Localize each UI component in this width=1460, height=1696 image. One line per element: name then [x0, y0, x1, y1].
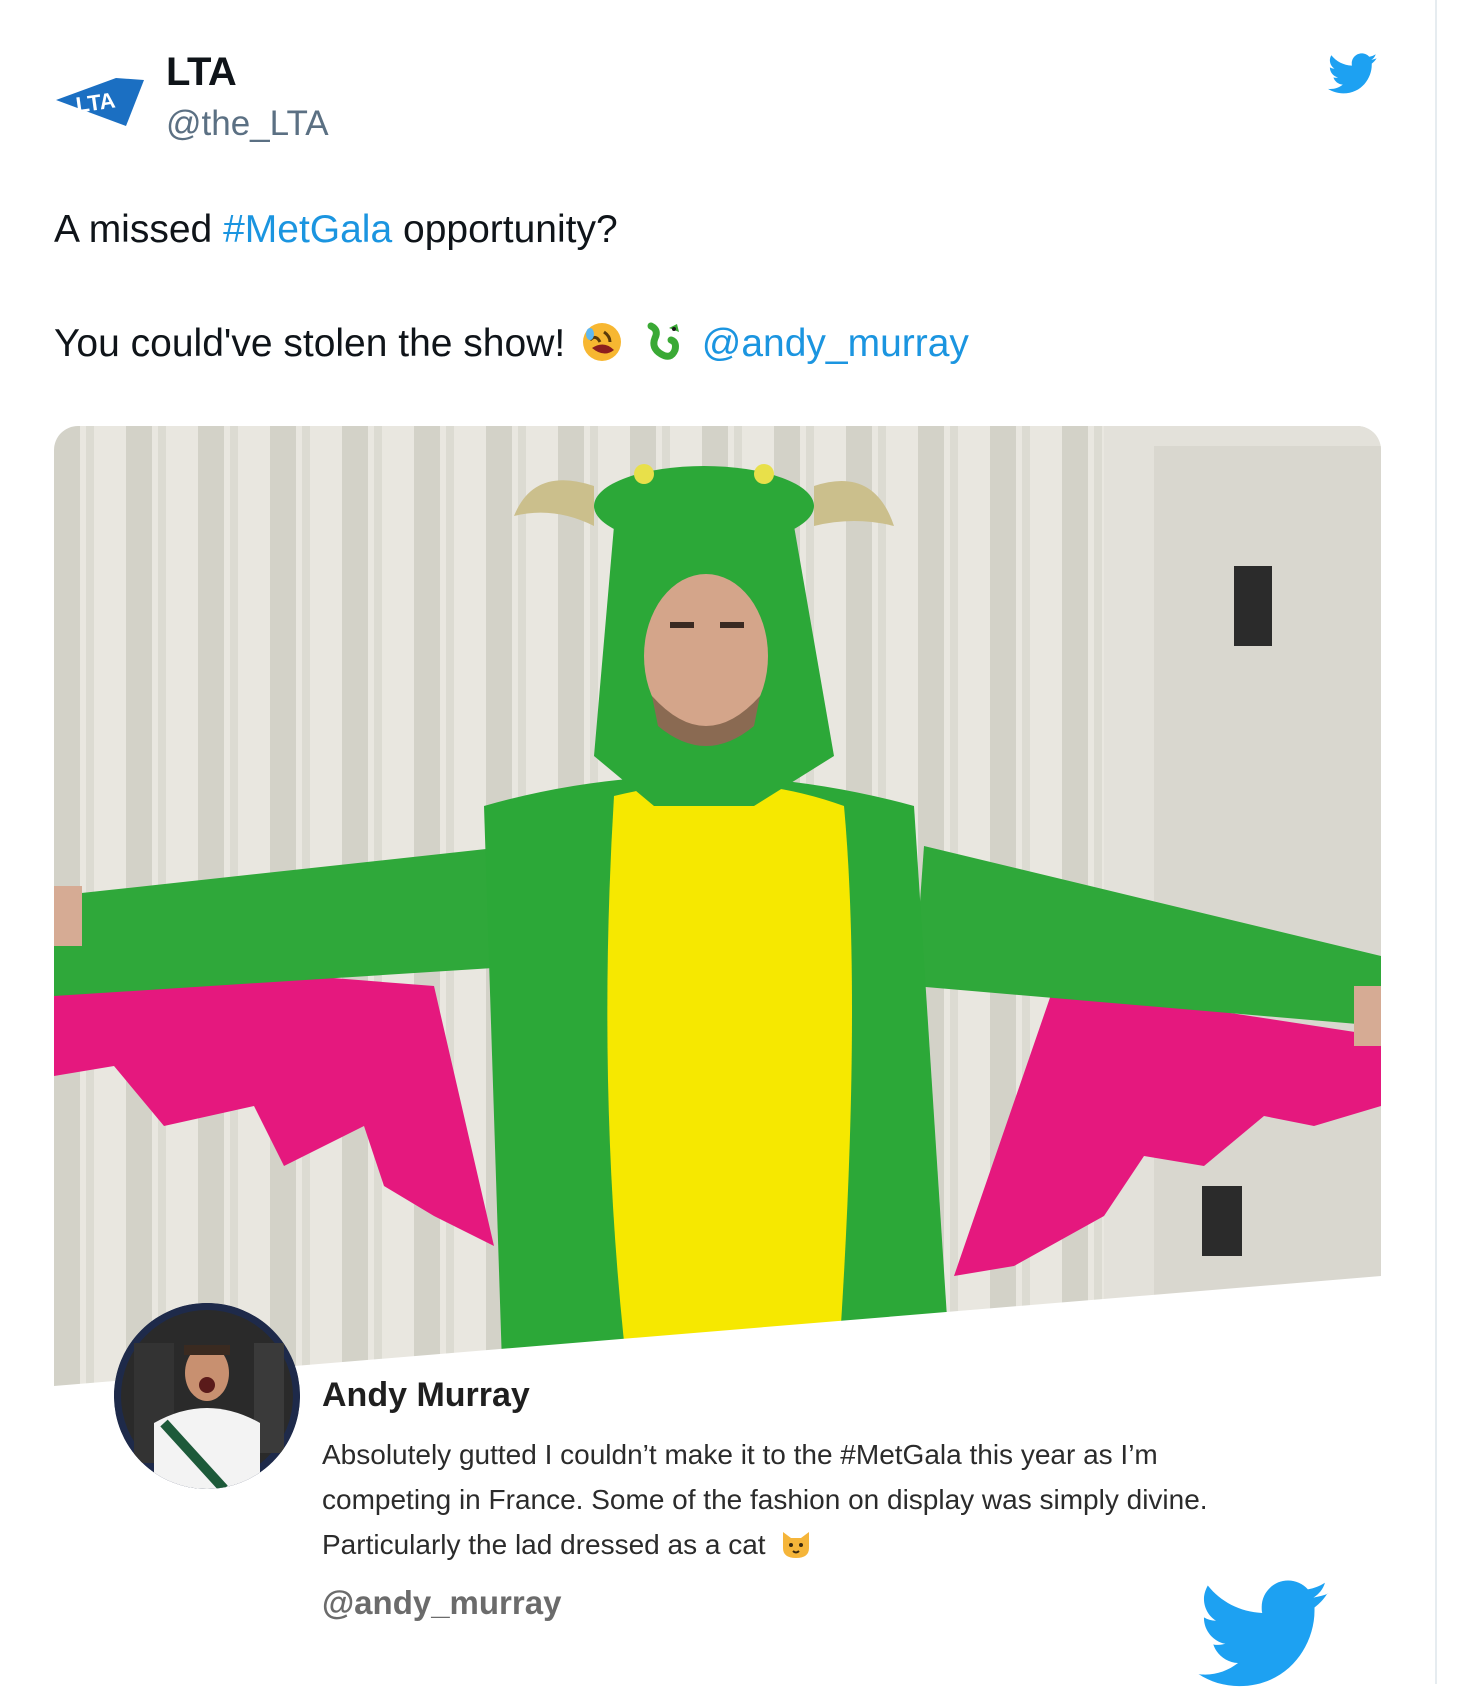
tweet-text-before: A missed — [54, 208, 224, 251]
quoted-post-text: Absolutely gutted I couldn’t make it to … — [322, 1439, 1208, 1560]
tweet-text-line-1: A missed #MetGala opportunity? — [54, 208, 618, 252]
metgala-hashtag-link[interactable]: #MetGala — [223, 208, 392, 251]
quoted-author-handle[interactable]: @andy_murray — [322, 1584, 561, 1622]
dragon-emoji — [647, 322, 679, 360]
quoted-author-name: Andy Murray — [322, 1376, 530, 1414]
dragon-costume-photo — [54, 426, 1381, 1426]
author-handle[interactable]: @the_LTA — [166, 104, 329, 144]
andy-murray-avatar[interactable] — [114, 1303, 300, 1489]
cat-face-emoji — [783, 1532, 810, 1558]
andy-murray-mention-link[interactable]: @andy_murray — [702, 322, 969, 365]
twitter-bird-icon[interactable] — [1328, 52, 1378, 96]
author-display-name[interactable]: LTA — [166, 50, 237, 95]
tweet-text-line-2-text: You could've stolen the show! — [54, 322, 566, 365]
rolling-on-floor-laughing-emoji — [583, 323, 622, 361]
twitter-bird-icon — [1198, 1580, 1329, 1687]
quoted-post-body: Absolutely gutted I couldn’t make it to … — [322, 1432, 1282, 1567]
tweet-text-line-2: You could've stolen the show! @andy_murr… — [54, 320, 969, 366]
lta-logo[interactable]: LTA — [56, 74, 146, 130]
tweet-card[interactable]: LTA LTA @the_LTA A missed #MetGala oppor… — [0, 0, 1437, 1696]
tweet-text-after: opportunity? — [392, 208, 618, 251]
